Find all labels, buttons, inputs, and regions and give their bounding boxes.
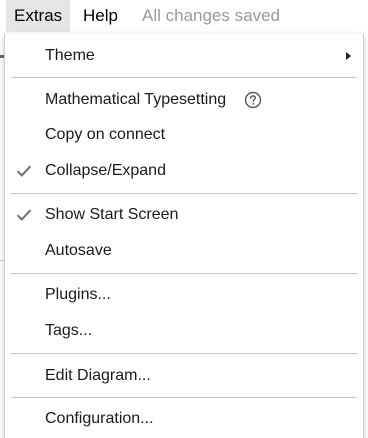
menu-item-autosave[interactable]: Autosave [5,233,363,269]
submenu-arrow-icon [346,52,351,60]
app-window: Extras Help All changes saved Theme Math… [0,0,368,438]
menu-item-copy-on-connect[interactable]: Copy on connect [5,117,363,153]
menu-item-tags[interactable]: Tags... [5,313,363,349]
menu-separator [11,193,357,194]
menu-separator [11,273,357,274]
menu-item-label: Edit Diagram... [45,367,151,384]
extras-dropdown-menu: Theme Mathematical Typesetting Copy on c… [4,34,364,438]
menu-item-configuration[interactable]: Configuration... [5,401,363,437]
menu-extras[interactable]: Extras [6,0,71,32]
checkmark-icon [16,165,32,177]
menu-item-label: Configuration... [45,410,154,427]
menubar: Extras Help All changes saved [0,0,368,32]
menu-help[interactable]: Help [83,0,118,32]
menu-item-edit-diagram[interactable]: Edit Diagram... [5,358,363,394]
checkmark-icon [16,209,32,221]
menu-item-label: Tags... [45,322,93,339]
menu-item-plugins[interactable]: Plugins... [5,277,363,313]
menu-item-label: Collapse/Expand [45,162,166,179]
menu-item-theme[interactable]: Theme [5,38,363,74]
menu-item-label: Plugins... [45,286,111,303]
menu-separator [11,77,357,78]
menu-item-show-start-screen[interactable]: Show Start Screen [5,197,363,233]
menu-separator [11,353,357,354]
menu-item-label: Show Start Screen [45,206,179,223]
menu-item-mathematical-typesetting[interactable]: Mathematical Typesetting [5,82,363,118]
menu-item-label: Copy on connect [45,126,166,143]
save-status: All changes saved [142,6,280,25]
help-circle-icon[interactable] [244,91,262,109]
menu-item-label: Mathematical Typesetting [45,91,227,108]
menu-item-label: Autosave [45,242,112,259]
menu-separator [11,397,357,398]
menu-item-label: Theme [45,47,95,64]
menu-item-collapse-expand[interactable]: Collapse/Expand [5,153,363,189]
